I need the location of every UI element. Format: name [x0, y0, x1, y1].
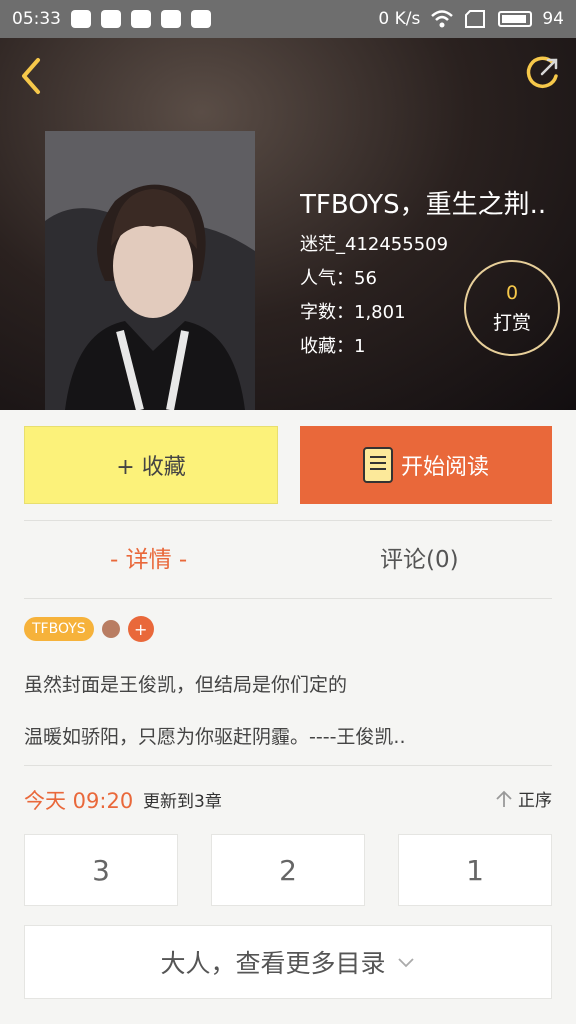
cover-image	[45, 131, 255, 410]
update-text: 更新到3章	[143, 792, 222, 812]
read-label: 开始阅读	[400, 455, 489, 480]
book-title: TFBOYS，重生之荆..	[300, 190, 547, 220]
divider	[24, 598, 552, 599]
book-cover	[45, 131, 255, 410]
shield-icon	[161, 10, 181, 28]
add-tag-button[interactable]: +	[127, 616, 154, 642]
chapter-button[interactable]: 3	[24, 834, 178, 906]
divider	[24, 520, 552, 521]
tab-comments[interactable]: 评论(0)	[380, 540, 459, 574]
more-label: 大人，查看更多目录	[160, 949, 386, 978]
chevron-down-icon	[397, 958, 414, 968]
book-header: TFBOYS，重生之荆.. 迷茫_412455509 人气：56 字数：1,80…	[0, 38, 576, 410]
start-reading-button[interactable]: 开始阅读	[300, 426, 552, 504]
tip-button[interactable]: 0 打赏	[464, 260, 560, 356]
status-bar: 05:33 0 K/s 94	[0, 0, 576, 38]
description-line: 虽然封面是王俊凯，但结局是你们定的	[24, 674, 348, 696]
share-icon[interactable]	[522, 54, 562, 94]
battery-icon	[498, 11, 533, 27]
wifi-icon	[431, 10, 454, 28]
sort-order-button[interactable]: 正序	[494, 786, 552, 811]
tab-detail[interactable]: - 详情 -	[110, 540, 187, 574]
update-time: 今天 09:20	[24, 789, 134, 813]
favorites-stat: 收藏：1	[300, 336, 366, 357]
wechat-icon	[71, 10, 91, 28]
tag-tfboys[interactable]: TFBOYS	[24, 617, 94, 641]
qq-icon	[101, 10, 121, 28]
sort-order-label: 正序	[518, 791, 552, 811]
book-icon	[362, 447, 393, 483]
add-to-collection-button[interactable]: + 收藏	[24, 426, 278, 504]
arrow-up-icon	[496, 790, 512, 807]
tip-label: 打赏	[492, 311, 531, 334]
popularity-stat: 人气：56	[300, 268, 377, 289]
status-time: 05:33	[12, 9, 61, 29]
divider	[24, 765, 552, 766]
back-icon[interactable]	[16, 56, 46, 96]
description-line: 温暖如骄阳，只愿为你驱赶阴霾。----王俊凯..	[24, 726, 406, 748]
battery-level: 94	[542, 9, 564, 29]
tag-row: TFBOYS +	[24, 616, 154, 642]
notification-icon	[131, 10, 151, 28]
book-author[interactable]: 迷茫_412455509	[300, 230, 448, 256]
tag-dot[interactable]	[101, 620, 120, 638]
sim-icon	[465, 10, 486, 28]
chapter-button[interactable]: 2	[211, 834, 365, 906]
net-speed: 0 K/s	[378, 9, 421, 29]
chapter-button[interactable]: 1	[398, 834, 552, 906]
collect-label: + 收藏	[116, 455, 186, 480]
tip-count: 0	[505, 281, 519, 304]
word-count-stat: 字数：1,801	[300, 302, 406, 323]
view-more-chapters-button[interactable]: 大人，查看更多目录	[24, 925, 552, 999]
qq-icon	[191, 10, 211, 28]
